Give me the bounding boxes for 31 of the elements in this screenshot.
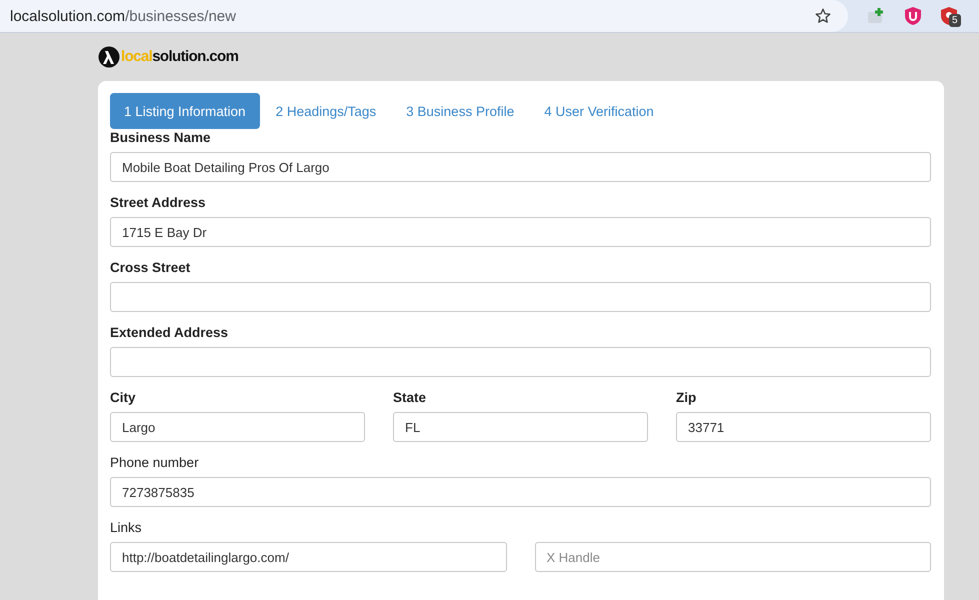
field-label: Cross Street <box>110 259 192 277</box>
input-field[interactable]: http://boatdetailinglargo.com/ <box>110 542 506 572</box>
input-field[interactable]: X Handle <box>534 542 931 572</box>
field-label: Zip <box>676 389 698 407</box>
input-field[interactable]: 1715 E Bay Dr <box>110 217 931 247</box>
field-label: City <box>110 389 137 407</box>
field-label: Extended Address <box>110 324 230 342</box>
count-badge: 5 <box>949 14 961 27</box>
url-text: localsolution.com/businesses/new <box>10 8 236 24</box>
field-label: Phone number <box>110 454 200 472</box>
field-label: Street Address <box>110 194 207 212</box>
tab[interactable]: 3 Business Profile <box>392 93 528 129</box>
field-label: Links <box>110 519 143 537</box>
extension-icon[interactable] <box>866 6 886 26</box>
tab[interactable]: 4 User Verification <box>530 93 668 129</box>
input-field[interactable]: 33771 <box>676 412 931 442</box>
logo-text: localsolution.com <box>121 48 238 65</box>
bookmark-star-icon[interactable] <box>814 7 832 25</box>
tab[interactable]: 2 Headings/Tags <box>262 93 390 129</box>
input-field[interactable] <box>110 347 931 377</box>
shield-icon[interactable] <box>904 6 922 26</box>
input-field[interactable]: 7273875835 <box>110 477 931 507</box>
address-bar[interactable]: localsolution.com/businesses/new <box>0 0 848 32</box>
field-label: State <box>393 389 428 407</box>
input-field[interactable]: FL <box>393 412 648 442</box>
input-field[interactable]: Largo <box>110 412 365 442</box>
field-label: Business Name <box>110 129 212 147</box>
tab[interactable]: 1 Listing Information <box>110 93 260 129</box>
logo-icon <box>98 46 120 68</box>
input-field[interactable] <box>110 282 931 312</box>
input-field[interactable]: Mobile Boat Detailing Pros Of Largo <box>110 152 931 182</box>
